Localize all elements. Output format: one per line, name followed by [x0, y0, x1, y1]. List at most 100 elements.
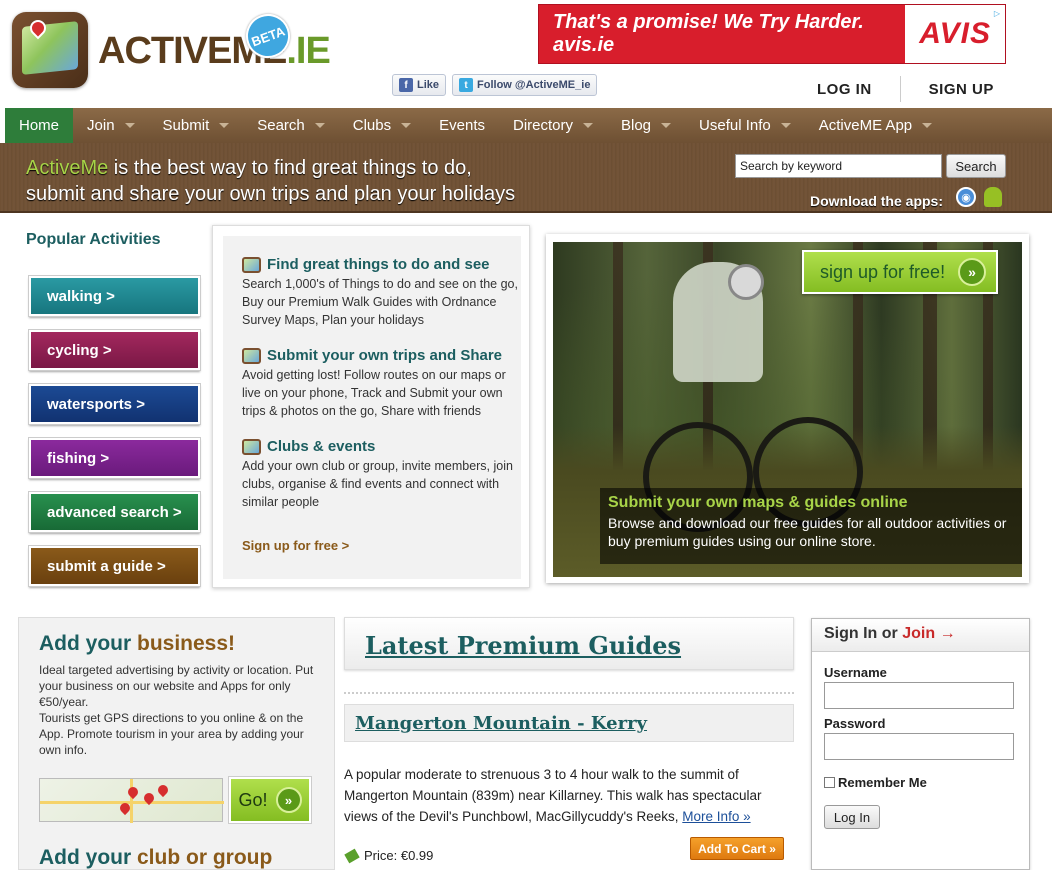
- nav-label: Search: [257, 117, 305, 134]
- hero-panel: sign up for free! » Submit your own maps…: [546, 234, 1029, 583]
- feature-title[interactable]: Submit your own trips and Share: [242, 347, 522, 364]
- submit-guide-button[interactable]: submit a guide >: [28, 545, 201, 587]
- log-in-button[interactable]: Log In: [824, 805, 880, 829]
- chevron-down-icon: [661, 123, 672, 128]
- feature-find: Find great things to do and see Search 1…: [242, 256, 522, 329]
- activity-walking-button[interactable]: walking >: [28, 275, 201, 317]
- add-club-title: Add your club or group: [39, 846, 272, 870]
- add-business-box: Add your business! Ideal targeted advert…: [18, 617, 335, 870]
- more-info-link[interactable]: More Info »: [682, 809, 750, 824]
- title-highlight: business!: [137, 632, 236, 655]
- avis-ad-banner[interactable]: That's a promise! We Try Harder. avis.ie…: [538, 4, 1006, 64]
- guide-header: Mangerton Mountain - Kerry: [344, 704, 794, 742]
- chevron-down-icon: [780, 123, 791, 128]
- feature-body: Avoid getting lost! Follow routes on our…: [242, 368, 506, 418]
- chevron-down-icon: [922, 123, 933, 128]
- feature-title[interactable]: Clubs & events: [242, 438, 522, 455]
- mountain-biker-photo: sign up for free! » Submit your own maps…: [553, 242, 1022, 577]
- username-label: Username: [824, 665, 887, 680]
- title-part: Add your: [39, 632, 137, 655]
- guide-title-link[interactable]: Mangerton Mountain - Kerry: [355, 713, 647, 734]
- feature-title-text: Submit your own trips and Share: [267, 347, 503, 364]
- hero-signup-button[interactable]: sign up for free! »: [802, 250, 998, 294]
- tagline-highlight: ActiveMe: [26, 157, 109, 179]
- arrow-right-icon: »: [275, 787, 302, 813]
- keyword-search-input[interactable]: Search by keyword: [735, 154, 942, 178]
- add-business-body: Ideal targeted advertising by activity o…: [39, 662, 319, 758]
- facebook-like-button[interactable]: f Like: [392, 74, 447, 96]
- auth-links: LOG IN SIGN UP: [817, 76, 994, 102]
- nav-item-search[interactable]: Search: [243, 108, 339, 143]
- twitter-icon: t: [459, 78, 474, 92]
- nav-label: Clubs: [352, 117, 392, 134]
- login-link[interactable]: LOG IN: [817, 81, 872, 98]
- map-icon: [242, 256, 261, 273]
- tagline-banner: ActiveMe is the best way to find great t…: [0, 143, 1052, 213]
- business-go-button[interactable]: Go! »: [228, 776, 312, 824]
- twitter-follow-button[interactable]: t Follow @ActiveME_ie: [452, 74, 598, 96]
- feature-submit: Submit your own trips and Share Avoid ge…: [242, 347, 522, 420]
- nav-item-activeme-app[interactable]: ActiveME App: [805, 108, 946, 143]
- advanced-search-button[interactable]: advanced search >: [28, 491, 201, 533]
- feature-clubs: Clubs & events Add your own club or grou…: [242, 438, 522, 511]
- hero-caption: Submit your own maps & guides online Bro…: [600, 488, 1022, 564]
- nav-label: ActiveME App: [818, 117, 913, 134]
- hero-signup-label: sign up for free!: [820, 261, 946, 282]
- hero-caption-body: Browse and download our free guides for …: [608, 515, 1007, 549]
- add-to-cart-button[interactable]: Add To Cart »: [690, 837, 784, 860]
- activeme-logo-icon[interactable]: [12, 12, 88, 88]
- tagline-line2: submit and share your own trips and plan…: [26, 183, 516, 205]
- nav-item-events[interactable]: Events: [425, 108, 499, 143]
- adchoices-icon[interactable]: ▷: [991, 7, 1003, 19]
- android-app-icon[interactable]: [984, 187, 1002, 207]
- title-part: Add your: [39, 846, 137, 869]
- add-business-title: Add your business!: [39, 632, 235, 656]
- nav-item-directory[interactable]: Directory: [499, 108, 607, 143]
- dotted-divider: [344, 692, 794, 694]
- signup-link[interactable]: SIGN UP: [929, 81, 994, 98]
- join-link[interactable]: Join →: [902, 625, 955, 642]
- features-inner: Find great things to do and see Search 1…: [223, 236, 521, 579]
- nav-label: Directory: [512, 117, 573, 134]
- chevron-down-icon: [314, 123, 325, 128]
- arrow-right-icon: →: [939, 625, 956, 642]
- sign-up-free-link[interactable]: Sign up for free >: [242, 538, 349, 553]
- location-map-thumbnail[interactable]: [39, 778, 224, 823]
- premium-guides-header: Latest Premium Guides: [344, 617, 794, 670]
- map-icon: [242, 347, 261, 364]
- username-input[interactable]: [824, 682, 1014, 709]
- nav-item-useful-info[interactable]: Useful Info: [685, 108, 805, 143]
- guide-price: Price: €0.99: [344, 848, 434, 863]
- nav-label: Home: [19, 117, 60, 134]
- feature-title[interactable]: Find great things to do and see: [242, 256, 522, 273]
- nav-item-home[interactable]: Home: [5, 108, 74, 143]
- remember-me-checkbox[interactable]: Remember Me: [824, 775, 927, 790]
- tagline: ActiveMe is the best way to find great t…: [26, 155, 515, 207]
- go-label: Go!: [238, 789, 268, 810]
- nav-label: Blog: [621, 117, 652, 134]
- download-apps-label: Download the apps:: [810, 193, 943, 209]
- chevron-down-icon: [401, 123, 412, 128]
- search-button[interactable]: Search: [946, 154, 1006, 178]
- nav-item-blog[interactable]: Blog: [607, 108, 685, 143]
- nav-item-clubs[interactable]: Clubs: [339, 108, 425, 143]
- premium-guides-title[interactable]: Latest Premium Guides: [365, 631, 681, 660]
- nav-item-submit[interactable]: Submit: [149, 108, 244, 143]
- guide-description: A popular moderate to strenuous 3 to 4 h…: [344, 764, 794, 827]
- map-icon: [242, 438, 261, 455]
- price-text: Price: €0.99: [364, 848, 434, 863]
- sign-in-header: Sign In or Join →: [812, 619, 1029, 652]
- brand-wordmark[interactable]: ACTIVEME.IE: [98, 30, 331, 73]
- arrow-right-icon: »: [958, 258, 986, 286]
- activity-fishing-button[interactable]: fishing >: [28, 437, 201, 479]
- business-body-1: Ideal targeted advertising by activity o…: [39, 663, 314, 709]
- ios-app-icon[interactable]: ◉: [956, 187, 976, 207]
- nav-item-join[interactable]: Join: [73, 108, 149, 143]
- ad-slogan: That's a promise! We Try Harder. avis.ie: [553, 11, 864, 56]
- activity-watersports-button[interactable]: watersports >: [28, 383, 201, 425]
- follow-label: Follow @ActiveME_ie: [477, 79, 591, 91]
- hero-caption-title: Submit your own maps & guides online: [608, 494, 908, 511]
- activity-cycling-button[interactable]: cycling >: [28, 329, 201, 371]
- password-input[interactable]: [824, 733, 1014, 760]
- features-panel: Find great things to do and see Search 1…: [212, 225, 530, 588]
